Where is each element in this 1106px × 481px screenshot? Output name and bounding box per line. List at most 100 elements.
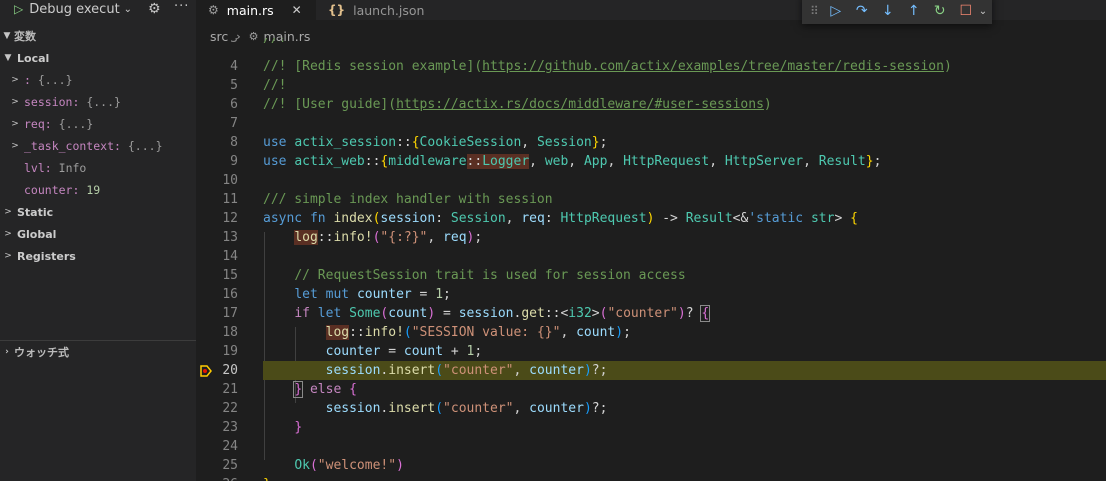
scope-global[interactable]: > Global (0, 223, 196, 245)
code-line: 11 /// simple index handler with session (196, 190, 1106, 209)
line-number: 11 (222, 192, 238, 207)
run-and-debug-sidebar: ▷ Debug execut ⌄ ⚙ ··· ▼ 変数 ▼ Local > : … (0, 0, 196, 481)
code-line: 6 //! [User guide](https://actix.rs/docs… (196, 95, 1106, 114)
variable-row[interactable]: counter: 19 (0, 179, 196, 201)
debug-toolbar: ▷ Debug execut ⌄ ⚙ ··· (0, 0, 196, 20)
code-line: 26 } (196, 475, 1106, 481)
code-line: 19 counter = count + 1; (196, 342, 1106, 361)
variable-name: _task_context: (24, 139, 121, 153)
chevron-right-icon: > (11, 141, 19, 151)
variable-name: req: (24, 117, 52, 131)
close-icon[interactable]: ✕ (292, 3, 302, 17)
json-file-icon: {} (328, 3, 346, 17)
variable-row[interactable]: lvl: Info (0, 157, 196, 179)
play-icon[interactable]: ▷ (14, 2, 23, 16)
chevron-down-icon[interactable]: ⌄ (124, 4, 132, 15)
chevron-right-icon: > (11, 119, 19, 129)
ellipsis-icon[interactable]: ··· (174, 0, 189, 14)
line-number: 3 (230, 38, 238, 46)
variable-value: Info (58, 161, 87, 175)
scope-static[interactable]: > Static (0, 201, 196, 223)
variable-value: {...} (127, 139, 163, 153)
line-number: 21 (222, 382, 238, 397)
line-number: 18 (222, 325, 238, 340)
variable-name: lvl: (24, 161, 52, 175)
continue-icon[interactable]: ▷ (823, 3, 849, 19)
chevron-right-icon: > (11, 75, 19, 85)
stop-icon[interactable]: ☐ (953, 3, 979, 19)
code-line: 10 (196, 171, 1106, 190)
tab-bar: ⚙ main.rs ✕ {} launch.json ⠿ ▷ ↷ ↓ ↑ ↻ ☐… (196, 0, 1106, 24)
chevron-down-icon: ▼ (4, 53, 12, 63)
chevron-down-icon: ▼ (3, 31, 11, 41)
line-number: 10 (222, 173, 238, 188)
variable-row[interactable]: > _task_context: {...} (0, 135, 196, 157)
line-number: 7 (230, 116, 238, 131)
code-line: 25 Ok("welcome!") (196, 456, 1106, 475)
line-number: 8 (230, 135, 238, 150)
code-line: 3 //! (196, 38, 1106, 57)
scope-local[interactable]: ▼ Local (0, 47, 196, 69)
line-number: 25 (222, 458, 238, 473)
line-number: 26 (196, 475, 238, 481)
scope-label: Static (17, 205, 54, 219)
line-number: 22 (222, 401, 238, 416)
tab-main-rs[interactable]: ⚙ main.rs ✕ (196, 0, 316, 20)
code-line: 18 log::info!("SESSION value: {}", count… (196, 323, 1106, 342)
code-line: 13 log::info!("{:?}", req); (196, 228, 1106, 247)
watch-section-header[interactable]: › ウォッチ式 (0, 341, 196, 363)
debug-configuration-select[interactable]: ▷ Debug execut ⌄ (6, 0, 140, 18)
editor-area: ⚙ main.rs ✕ {} launch.json ⠿ ▷ ↷ ↓ ↑ ↻ ☐… (196, 0, 1106, 481)
variable-row[interactable]: > : {...} (0, 69, 196, 91)
tab-launch-json[interactable]: {} launch.json (316, 0, 446, 20)
line-number: 5 (230, 78, 238, 93)
variable-name: session: (24, 95, 80, 109)
line-number: 15 (222, 268, 238, 283)
code-line: 7 (196, 114, 1106, 133)
step-into-icon[interactable]: ↓ (875, 3, 901, 19)
restart-icon[interactable]: ↻ (927, 3, 953, 19)
line-number: 24 (222, 439, 238, 454)
step-over-icon[interactable]: ↷ (849, 3, 875, 19)
chevron-right-icon: > (4, 251, 12, 261)
chevron-right-icon: › (5, 347, 9, 357)
gear-icon[interactable]: ⚙ (148, 1, 161, 17)
chevron-right-icon: > (4, 229, 12, 239)
code-line: 17 if let Some(count) = session.get::<i3… (196, 304, 1106, 323)
comment-link[interactable]: https://actix.rs/docs/middleware/#user-s… (396, 97, 764, 112)
code-line: 22 session.insert("counter", counter)?; (196, 399, 1106, 418)
chevron-right-icon: > (11, 97, 19, 107)
code-editor[interactable]: 3 //! 4 //! [Redis session example](http… (196, 38, 1106, 481)
watch-section-title: ウォッチ式 (14, 346, 69, 359)
code-line: 16 let mut counter = 1; (196, 285, 1106, 304)
code-line: 14 (196, 247, 1106, 266)
scope-registers[interactable]: > Registers (0, 245, 196, 267)
line-number: 4 (230, 59, 238, 74)
variable-value: {...} (86, 95, 121, 109)
comment-link[interactable]: https://github.com/actix/examples/tree/m… (482, 59, 944, 74)
line-number: 6 (230, 97, 238, 112)
line-number: 17 (222, 306, 238, 321)
line-number: 13 (222, 230, 238, 245)
drag-handle-icon[interactable]: ⠿ (810, 4, 819, 18)
tab-label: launch.json (353, 2, 425, 18)
line-number: 20 (222, 363, 238, 378)
line-number: 23 (222, 420, 238, 435)
chevron-down-icon[interactable]: ⌄ (979, 6, 987, 17)
scope-label: Local (17, 51, 50, 65)
variables-section-header[interactable]: ▼ 変数 (0, 25, 196, 47)
variable-row[interactable]: > req: {...} (0, 113, 196, 135)
debug-controls-toolbar: ⠿ ▷ ↷ ↓ ↑ ↻ ☐ ⌄ (802, 0, 992, 24)
scope-label: Global (17, 227, 57, 241)
variable-name: counter: (24, 183, 80, 197)
code-line-current: 20 session.insert("counter", counter)?; (196, 361, 1106, 380)
code-line: 8 use actix_session::{CookieSession, Ses… (196, 133, 1106, 152)
line-number: 12 (222, 211, 238, 226)
variable-value: 19 (86, 183, 101, 197)
step-out-icon[interactable]: ↑ (901, 3, 927, 19)
variable-name: : (24, 73, 31, 87)
code-line: 9 use actix_web::{middleware::Logger, we… (196, 152, 1106, 171)
rust-file-icon: ⚙ (208, 3, 219, 17)
variable-row[interactable]: > session: {...} (0, 91, 196, 113)
code-line: 24 (196, 437, 1106, 456)
